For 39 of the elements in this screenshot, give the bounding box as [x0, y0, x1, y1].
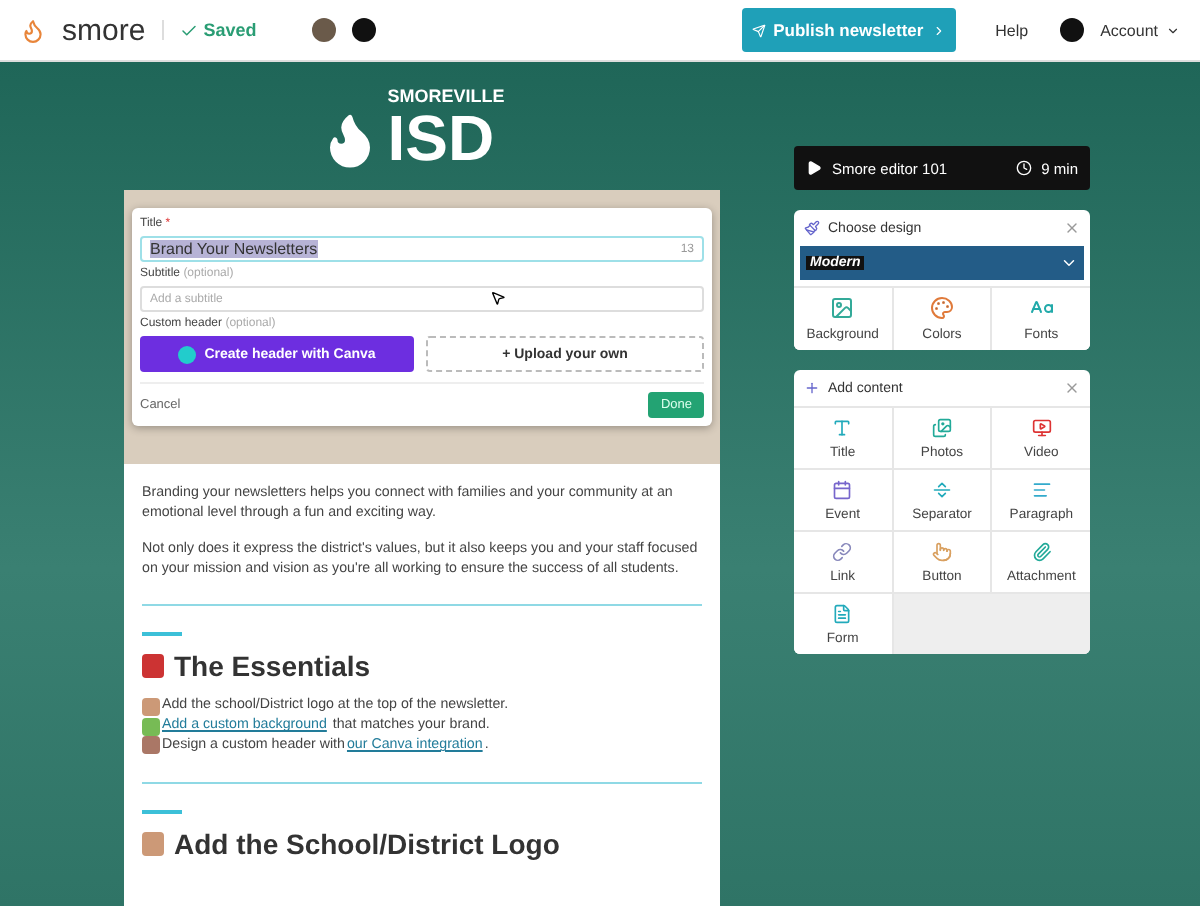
- avatar: [1060, 18, 1085, 42]
- chevron-down-icon: [1166, 23, 1180, 37]
- colors-icon: [929, 296, 954, 320]
- plus-icon: [804, 380, 820, 396]
- check-icon: [179, 21, 198, 39]
- video-icon: [1031, 417, 1052, 437]
- account-menu[interactable]: Account: [1100, 21, 1180, 39]
- chevron-right-icon: [931, 21, 946, 39]
- accent-bar: [142, 632, 182, 637]
- logo-icon: [20, 17, 46, 43]
- brand-name: smore: [62, 13, 146, 47]
- play-icon: [806, 160, 822, 176]
- logo-text: ISD: [387, 106, 495, 170]
- logo-text: SMOREVILLE: [387, 88, 505, 106]
- accent-bar: [142, 809, 182, 814]
- avatar: [312, 18, 337, 42]
- send-icon: [751, 21, 766, 39]
- title-icon: [832, 417, 853, 437]
- cursor-icon: [490, 290, 506, 306]
- event-icon: [832, 479, 853, 499]
- chevron-down-icon: [1060, 254, 1078, 272]
- separator-icon: [931, 479, 952, 499]
- close-icon[interactable]: [1064, 220, 1080, 236]
- avatar: [352, 18, 377, 42]
- paragraph-icon: [1031, 479, 1052, 499]
- attachment-icon: [1031, 541, 1052, 561]
- saved-status: Saved: [161, 20, 257, 40]
- close-icon[interactable]: [1064, 380, 1080, 396]
- form-icon: [832, 603, 853, 623]
- help-link[interactable]: Help: [995, 21, 1029, 39]
- link-icon: [832, 541, 853, 561]
- canva-icon: [178, 345, 197, 363]
- section-heading: Add the School/District Logo: [174, 827, 560, 860]
- button-icon: [931, 541, 952, 561]
- section-heading: The Essentials: [174, 650, 371, 683]
- photos-icon: [931, 417, 952, 437]
- background-icon: [830, 296, 855, 320]
- clock-icon: [1015, 160, 1032, 176]
- brush-icon: [804, 220, 820, 236]
